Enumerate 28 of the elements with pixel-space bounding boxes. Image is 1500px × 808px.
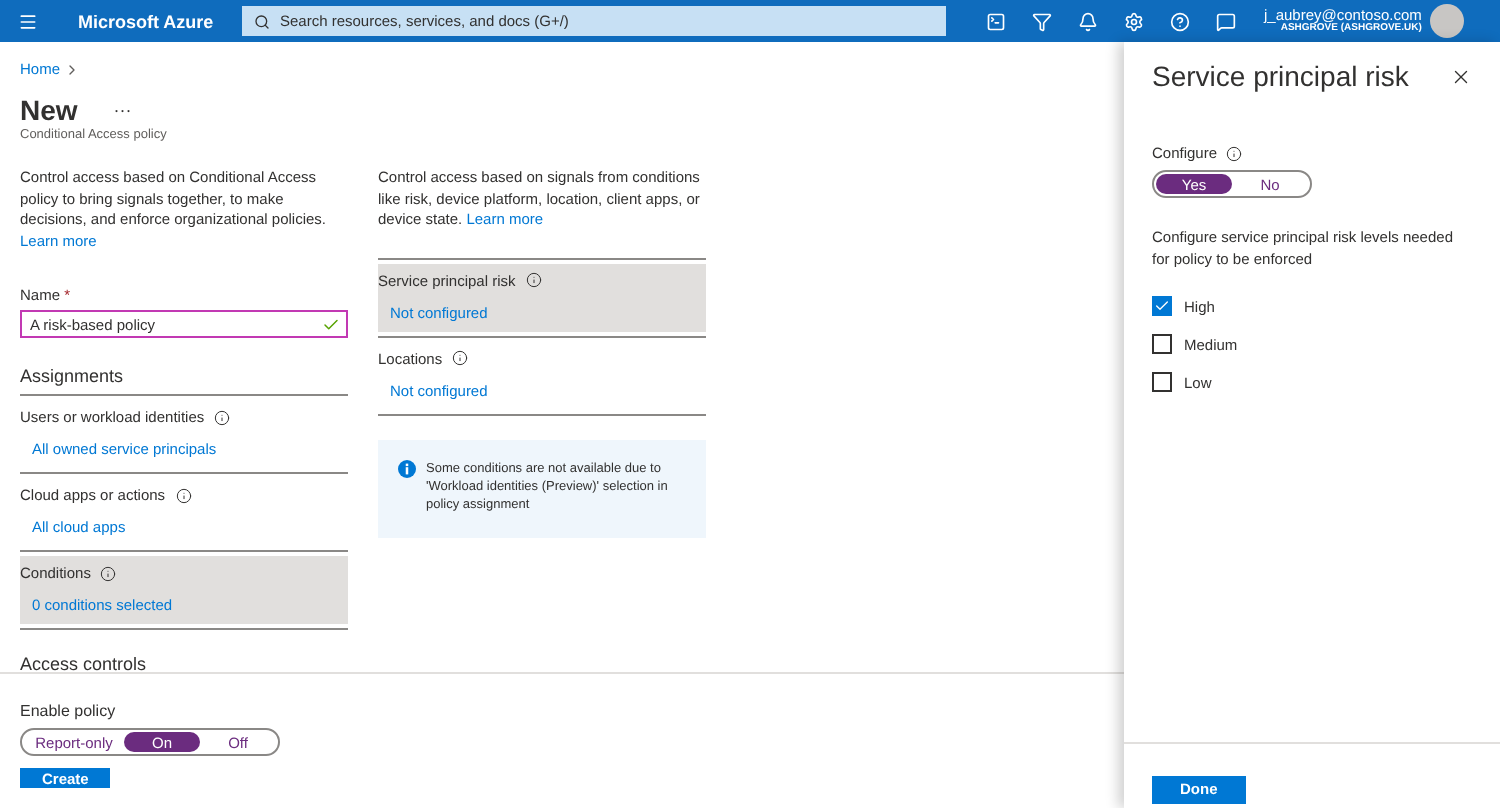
info-icon (100, 565, 117, 581)
feedback-icon[interactable] (1216, 11, 1236, 31)
info-icon (525, 272, 542, 288)
filter-icon[interactable] (1032, 11, 1052, 31)
section-heading: Assignments (20, 366, 126, 390)
section-heading: Access controls (20, 654, 149, 672)
info-icon (452, 350, 469, 366)
settings-icon[interactable] (1124, 11, 1144, 31)
checkbox[interactable] (1152, 372, 1172, 392)
more-button[interactable]: ··· (113, 100, 132, 120)
panel-title: Service principal risk (1152, 60, 1409, 92)
info-icon (175, 487, 192, 503)
terminal-icon[interactable] (986, 11, 1006, 31)
checkbox[interactable] (1152, 296, 1172, 316)
brand-name: Microsoft Azure (78, 11, 216, 31)
bell-icon[interactable] (1078, 11, 1098, 31)
page-title: New (20, 94, 78, 126)
close-button[interactable] (1450, 65, 1472, 87)
check-icon (322, 315, 340, 333)
info-icon (214, 409, 231, 425)
info-icon (1225, 145, 1242, 161)
search-icon (254, 13, 270, 29)
avatar[interactable] (1429, 4, 1464, 38)
enable-policy-label: Enable policy (20, 702, 116, 720)
help-icon[interactable] (1170, 11, 1190, 31)
checkbox[interactable] (1152, 334, 1172, 354)
menu-icon[interactable] (18, 11, 38, 31)
info-icon (398, 459, 416, 477)
